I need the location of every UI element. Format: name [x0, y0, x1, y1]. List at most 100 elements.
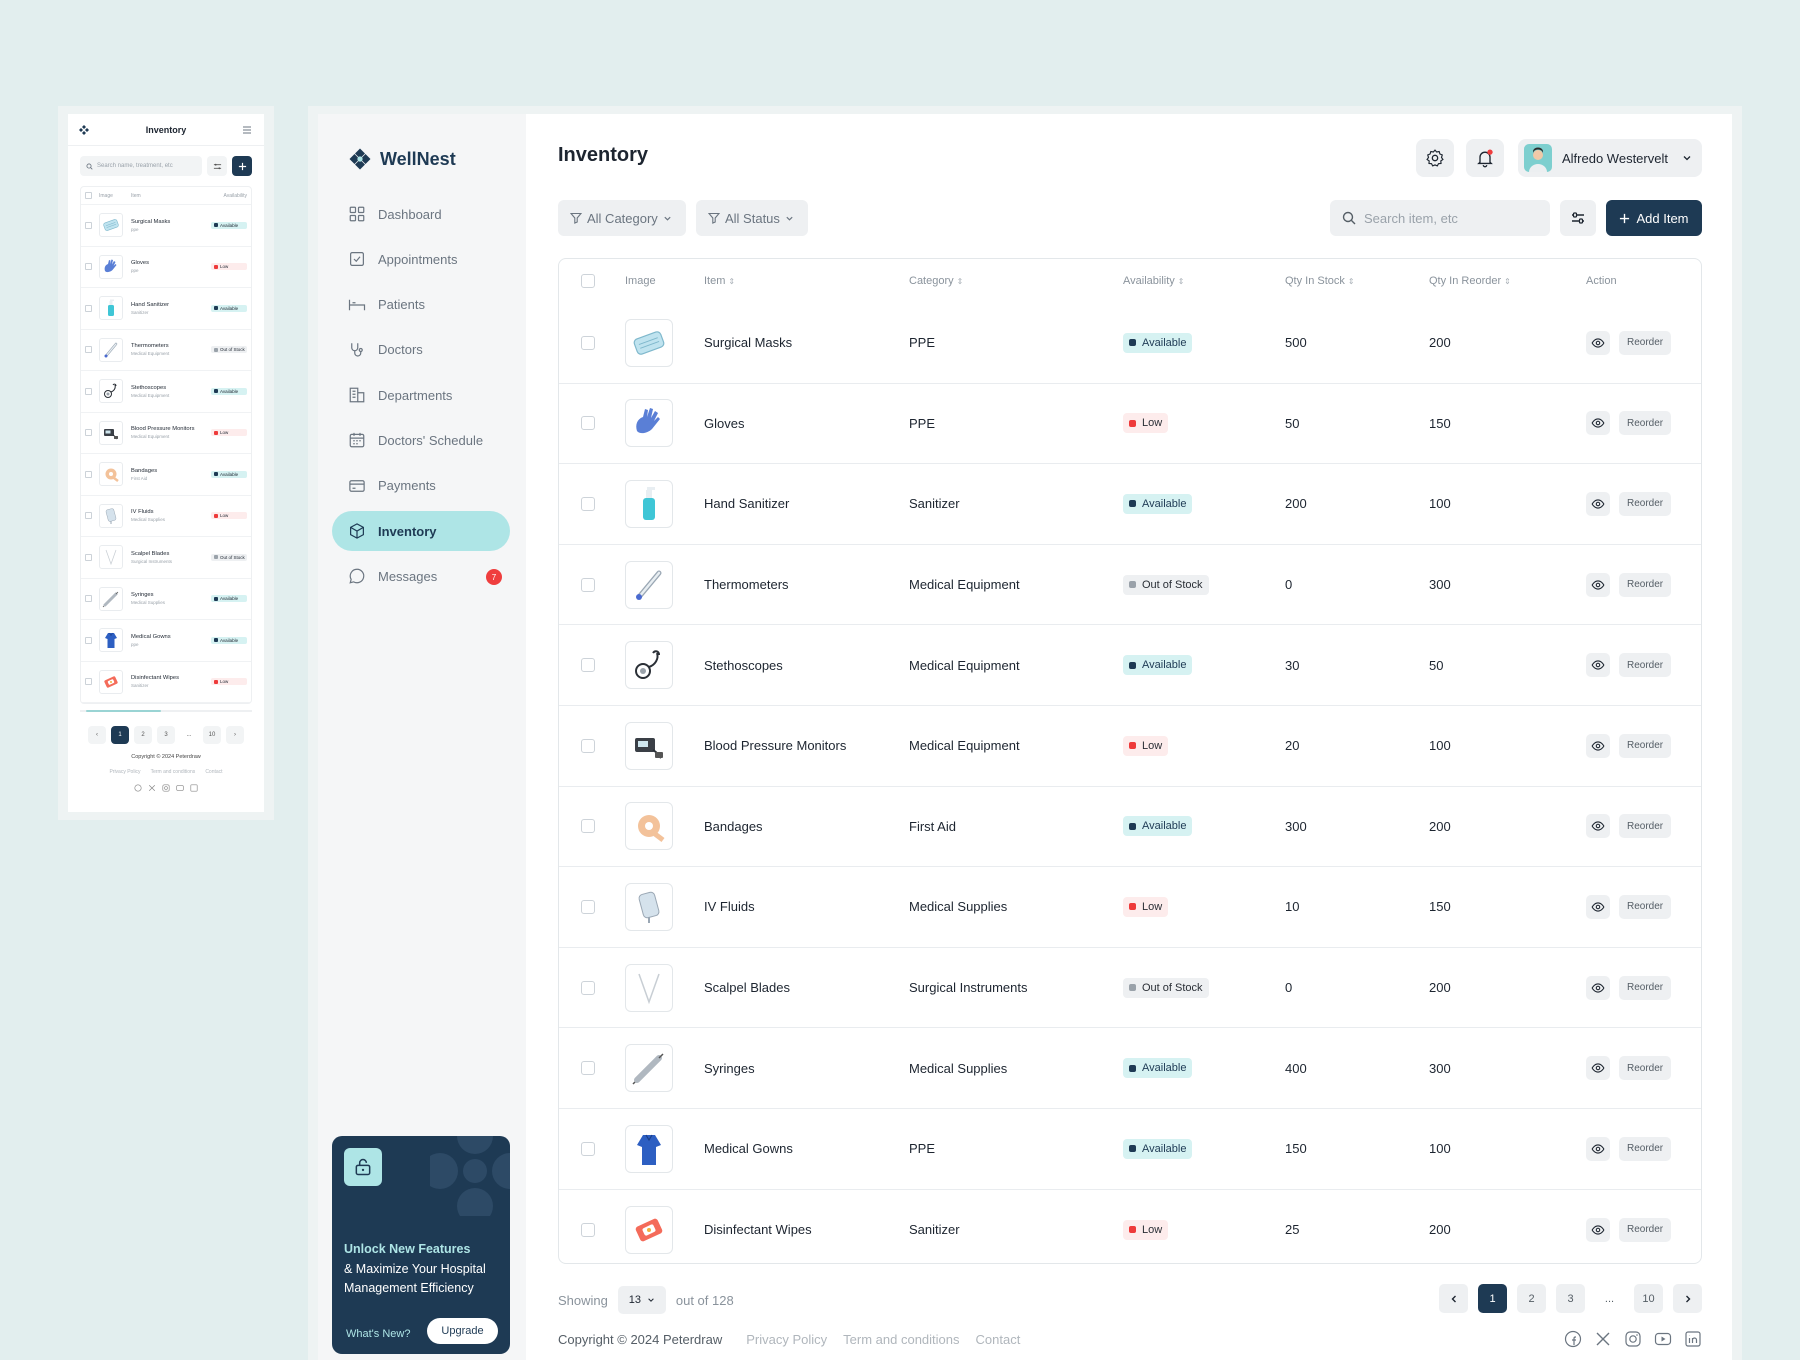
x-icon[interactable]	[1594, 1330, 1612, 1348]
linkedin-icon[interactable]	[190, 784, 198, 792]
mobile-page-button[interactable]: 10	[203, 726, 221, 744]
mobile-search-input[interactable]: Search name, treatment, etc	[80, 156, 202, 176]
view-button[interactable]	[1586, 894, 1610, 919]
sidebar-item-dashboard[interactable]: Dashboard	[332, 194, 510, 234]
mobile-filter-button[interactable]	[207, 156, 227, 176]
view-button[interactable]	[1586, 814, 1610, 839]
view-button[interactable]	[1586, 1136, 1610, 1161]
facebook-icon[interactable]	[134, 784, 142, 792]
mobile-row-checkbox[interactable]	[85, 304, 92, 312]
select-all-checkbox[interactable]	[581, 274, 595, 288]
mobile-row-checkbox[interactable]	[85, 636, 92, 644]
sidebar-item-departments[interactable]: Departments	[332, 375, 510, 415]
reorder-button[interactable]: Reorder	[1619, 1056, 1672, 1081]
view-button[interactable]	[1586, 411, 1610, 436]
sidebar-item-appointments[interactable]: Appointments	[332, 239, 510, 279]
mobile-terms-link[interactable]: Term and conditions	[151, 769, 196, 775]
row-checkbox[interactable]	[581, 496, 595, 511]
terms-link[interactable]: Term and conditions	[843, 1332, 959, 1347]
next-page-button[interactable]	[1673, 1284, 1702, 1313]
mobile-contact-link[interactable]: Contact	[205, 769, 222, 775]
view-button[interactable]	[1586, 491, 1610, 516]
contact-link[interactable]: Contact	[976, 1332, 1021, 1347]
upgrade-button[interactable]: Upgrade	[427, 1318, 498, 1344]
view-button[interactable]	[1586, 975, 1610, 1000]
reorder-button[interactable]: Reorder	[1619, 330, 1672, 355]
page-button[interactable]: 1	[1478, 1284, 1507, 1313]
mobile-row-checkbox[interactable]	[85, 346, 92, 354]
mobile-row-checkbox[interactable]	[85, 595, 92, 603]
page-button[interactable]: 3	[1556, 1284, 1585, 1313]
header-qty-in-stock[interactable]: Qty In Stock ⇕	[1285, 275, 1429, 287]
category-filter[interactable]: All Category	[558, 200, 686, 236]
linkedin-icon[interactable]	[1684, 1330, 1702, 1348]
row-checkbox[interactable]	[581, 1061, 595, 1076]
view-button[interactable]	[1586, 1056, 1610, 1081]
sidebar-item-patients[interactable]: Patients	[332, 285, 510, 325]
header-availability[interactable]: Availability ⇕	[1123, 275, 1285, 287]
reorder-button[interactable]: Reorder	[1619, 814, 1672, 839]
row-checkbox[interactable]	[581, 577, 595, 592]
youtube-icon[interactable]	[176, 784, 184, 792]
mobile-page-button[interactable]: 3	[157, 726, 175, 744]
mobile-row-checkbox[interactable]	[85, 553, 92, 561]
youtube-icon[interactable]	[1654, 1330, 1672, 1348]
sidebar-item-messages[interactable]: Messages 7	[332, 556, 510, 596]
reorder-button[interactable]: Reorder	[1619, 1217, 1672, 1242]
instagram-icon[interactable]	[1624, 1330, 1642, 1348]
view-button[interactable]	[1586, 572, 1610, 597]
instagram-icon[interactable]	[162, 784, 170, 792]
mobile-next-page-button[interactable]: ›	[226, 726, 244, 744]
header-item[interactable]: Item ⇕	[704, 275, 909, 287]
row-checkbox[interactable]	[581, 980, 595, 995]
header-category[interactable]: Category ⇕	[909, 275, 1123, 287]
mobile-header-item[interactable]: Item	[131, 193, 223, 199]
sidebar-item-doctors[interactable]: Doctors	[332, 330, 510, 370]
mobile-scroll-indicator[interactable]	[80, 710, 252, 712]
mobile-prev-page-button[interactable]: ‹	[88, 726, 106, 744]
mobile-add-button[interactable]	[232, 156, 252, 176]
mobile-row-checkbox[interactable]	[85, 387, 92, 395]
view-button[interactable]	[1586, 330, 1610, 355]
user-menu[interactable]: Alfredo Westervelt	[1518, 139, 1702, 177]
row-checkbox[interactable]	[581, 1222, 595, 1237]
view-button[interactable]	[1586, 653, 1610, 678]
view-button[interactable]	[1586, 1217, 1610, 1242]
mobile-page-button[interactable]: 1	[111, 726, 129, 744]
row-checkbox[interactable]	[581, 899, 595, 914]
privacy-policy-link[interactable]: Privacy Policy	[746, 1332, 827, 1347]
reorder-button[interactable]: Reorder	[1619, 975, 1672, 1000]
mobile-header-availability[interactable]: Availability	[223, 193, 247, 199]
x-icon[interactable]	[148, 784, 156, 792]
view-button[interactable]	[1586, 733, 1610, 758]
row-checkbox[interactable]	[581, 819, 595, 834]
mobile-row-checkbox[interactable]	[85, 221, 92, 229]
page-button[interactable]: 2	[1517, 1284, 1546, 1313]
settings-button[interactable]	[1416, 139, 1454, 177]
whats-new-link[interactable]: What's New?	[346, 1328, 410, 1340]
page-button[interactable]: 10	[1634, 1284, 1663, 1313]
mobile-row-checkbox[interactable]	[85, 512, 92, 520]
reorder-button[interactable]: Reorder	[1619, 653, 1672, 678]
hamburger-icon[interactable]	[242, 125, 252, 135]
row-checkbox[interactable]	[581, 658, 595, 673]
notifications-button[interactable]	[1466, 139, 1504, 177]
status-filter[interactable]: All Status	[696, 200, 808, 236]
row-checkbox[interactable]	[581, 1141, 595, 1156]
sidebar-item-inventory[interactable]: Inventory	[332, 511, 510, 552]
mobile-row-checkbox[interactable]	[85, 678, 92, 686]
reorder-button[interactable]: Reorder	[1619, 491, 1672, 516]
reorder-button[interactable]: Reorder	[1619, 572, 1672, 597]
brand[interactable]: WellNest	[348, 147, 456, 171]
row-checkbox[interactable]	[581, 738, 595, 753]
prev-page-button[interactable]	[1439, 1284, 1468, 1313]
reorder-button[interactable]: Reorder	[1619, 1136, 1672, 1161]
mobile-row-checkbox[interactable]	[85, 429, 92, 437]
facebook-icon[interactable]	[1564, 1330, 1582, 1348]
row-checkbox[interactable]	[581, 335, 595, 350]
mobile-row-checkbox[interactable]	[85, 470, 92, 478]
add-item-button[interactable]: Add Item	[1606, 200, 1702, 236]
mobile-page-button[interactable]: 2	[134, 726, 152, 744]
search-input[interactable]: Search item, etc	[1330, 200, 1550, 236]
per-page-select[interactable]: 13	[617, 1286, 666, 1314]
